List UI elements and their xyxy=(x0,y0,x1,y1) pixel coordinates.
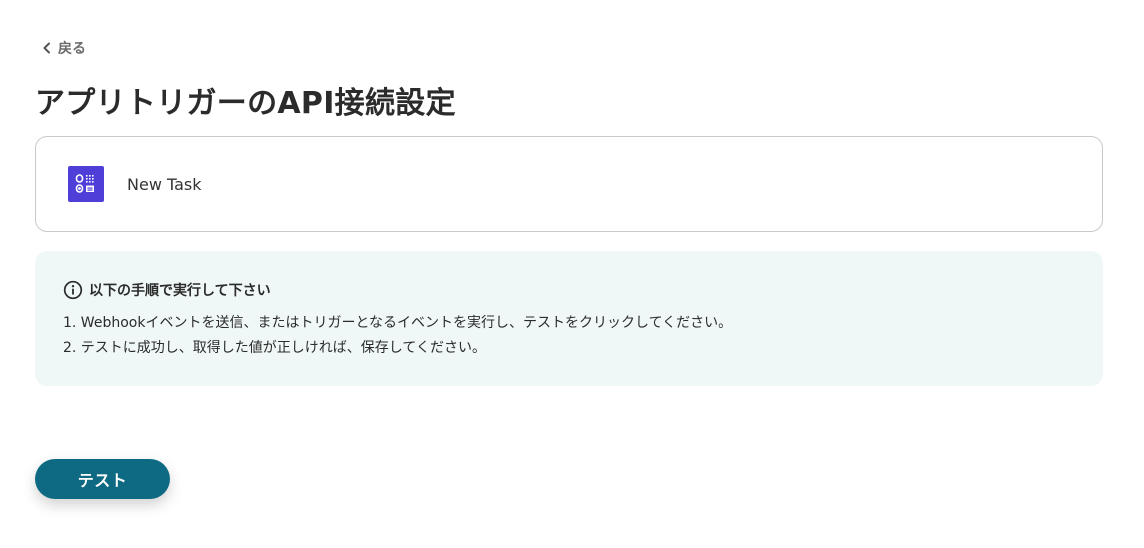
test-button[interactable]: テスト xyxy=(35,459,170,499)
trigger-card: New Task xyxy=(35,136,1103,232)
app-logo-icon xyxy=(68,166,104,202)
trigger-name: New Task xyxy=(127,174,202,194)
instructions-heading-row: 以下の手順で実行して下さい xyxy=(63,279,1103,301)
page-title: アプリトリガーのAPI接続設定 xyxy=(35,86,456,121)
back-link[interactable]: 戻る xyxy=(42,38,86,58)
instruction-step: 1. Webhookイベントを送信、またはトリガーとなるイベントを実行し、テスト… xyxy=(63,315,733,331)
instructions-panel: 以下の手順で実行して下さい 1. Webhookイベントを送信、またはトリガーと… xyxy=(35,251,1103,386)
instructions-heading: 以下の手順で実行して下さい xyxy=(89,283,271,299)
instruction-step: 2. テストに成功し、取得した値が正しければ、保存してください。 xyxy=(63,340,486,356)
instructions-steps: 1. Webhookイベントを送信、またはトリガーとなるイベントを実行し、テスト… xyxy=(63,311,1103,361)
back-label: 戻る xyxy=(58,41,86,57)
chevron-left-icon xyxy=(42,42,52,54)
info-icon xyxy=(63,280,83,300)
